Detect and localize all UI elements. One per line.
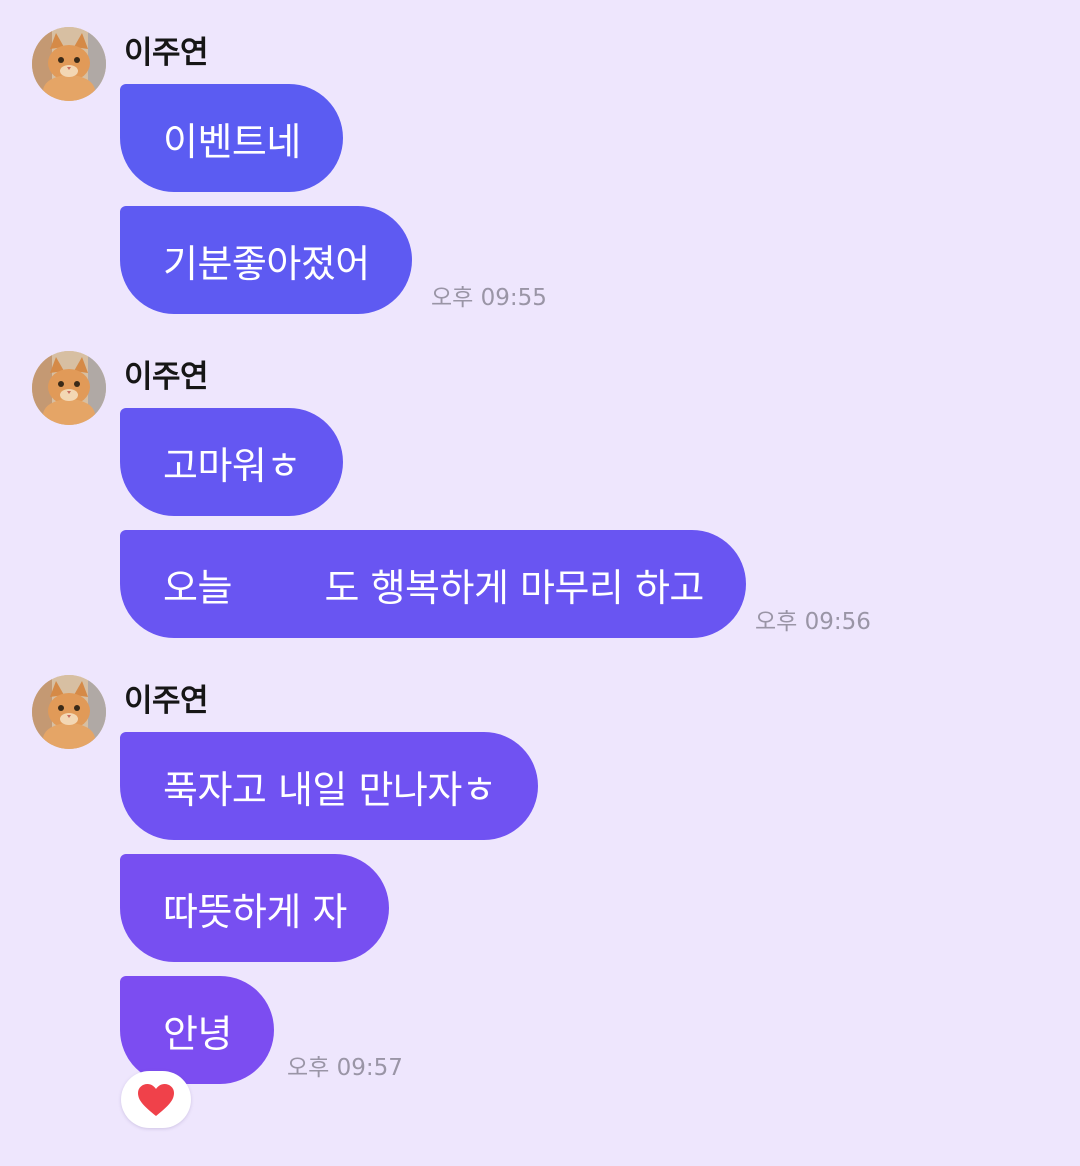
sender-name: 이주연 xyxy=(124,35,209,71)
message-bubble[interactable]: 푹자고 내일 만나자ㅎ xyxy=(120,732,539,840)
sender-avatar[interactable] xyxy=(32,27,106,101)
message-bubble[interactable]: 이벤트네 xyxy=(120,84,343,192)
cat-avatar-icon xyxy=(32,27,106,101)
message-bubble[interactable]: 고마워ㅎ xyxy=(120,408,343,516)
sender-avatar[interactable] xyxy=(32,351,106,425)
cat-avatar-icon xyxy=(32,351,106,425)
message-bubble[interactable]: 따뜻하게 자 xyxy=(120,854,389,962)
sender-avatar[interactable] xyxy=(32,675,106,749)
heart-reaction[interactable] xyxy=(121,1071,191,1128)
message-timestamp: 오후 09:55 xyxy=(431,285,547,311)
cat-avatar-icon xyxy=(32,675,106,749)
sender-name: 이주연 xyxy=(124,683,209,719)
message-bubble[interactable]: 안녕 xyxy=(120,976,274,1084)
message-timestamp: 오후 09:57 xyxy=(287,1055,403,1081)
message-bubble[interactable]: 오늘 도 행복하게 마무리 하고 xyxy=(120,530,746,638)
message-timestamp: 오후 09:56 xyxy=(755,609,871,635)
message-bubble[interactable]: 기분좋아졌어 xyxy=(120,206,412,314)
sender-name: 이주연 xyxy=(124,359,209,395)
heart-icon xyxy=(138,1083,174,1116)
